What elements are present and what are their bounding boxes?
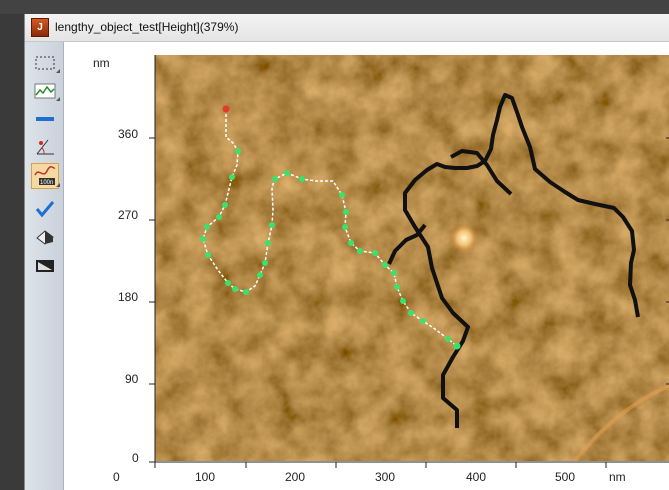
eraser-icon — [36, 230, 54, 245]
select-rect-tool-button[interactable] — [32, 52, 60, 74]
curve-length-icon: 100n — [34, 166, 56, 186]
desktop-left-edge — [0, 14, 24, 490]
eraser-tool-button[interactable] — [32, 226, 58, 248]
blue-bar-icon — [36, 117, 54, 121]
length-tool-button[interactable]: 100n — [31, 163, 60, 189]
line-measure-tool-button[interactable] — [32, 108, 58, 130]
image-window: J lengthy_object_test[Height](379%) 100n… — [24, 14, 669, 490]
landscape-profile-icon — [34, 83, 56, 99]
mask-icon — [36, 260, 54, 272]
app-icon: J — [31, 18, 49, 37]
desktop-top-bar — [0, 0, 669, 14]
length-tool-badge: 100n — [40, 180, 53, 186]
angle-tool-button[interactable] — [32, 136, 58, 158]
checkmark-icon — [35, 201, 55, 218]
window-title: lengthy_object_test[Height](379%) — [55, 20, 239, 34]
profile-tool-button[interactable] — [32, 80, 60, 102]
dashed-rectangle-icon — [35, 56, 55, 70]
angle-measure-icon — [36, 139, 54, 155]
window-titlebar[interactable]: J lengthy_object_test[Height](379%) — [25, 14, 669, 42]
axes-frame — [149, 55, 669, 468]
tool-palette: 100n — [25, 42, 64, 490]
check-tool-button[interactable] — [32, 198, 58, 220]
plot-area: nm 360 270 180 90 0 0 100 200 300 400 50… — [64, 42, 669, 490]
mask-tool-button[interactable] — [32, 254, 58, 276]
